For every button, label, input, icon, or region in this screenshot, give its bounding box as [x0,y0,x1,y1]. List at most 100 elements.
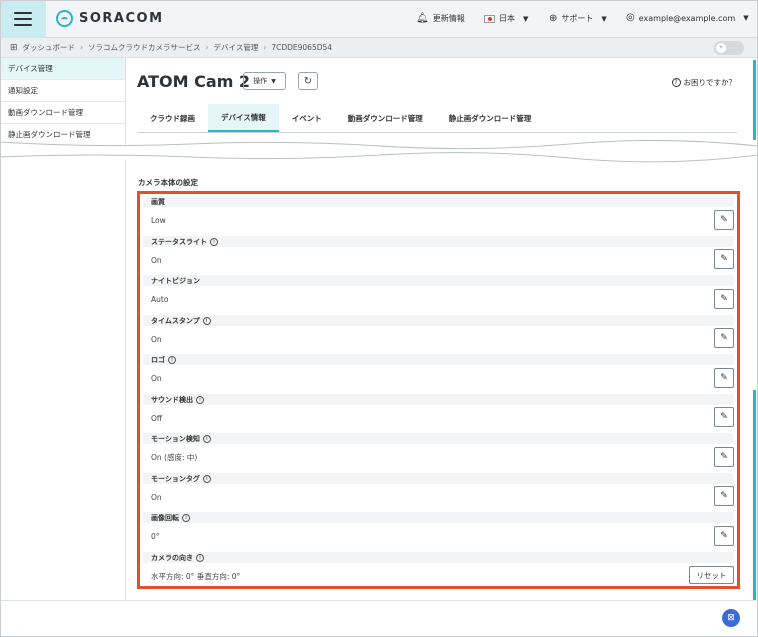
sidebar-item-label: 動画ダウンロード管理 [8,108,83,117]
refresh-icon: ↻ [303,75,313,87]
operations-label: 操作 [253,77,268,85]
setting-value-text: 0° [151,531,160,541]
pencil-icon: ✎ [720,373,728,383]
support-menu[interactable]: ⊕ サポート ▼ [549,13,607,24]
setting-label: 画質 [143,196,734,207]
user-email: example@example.com [638,13,736,23]
pencil-icon: ✎ [720,333,728,343]
help-link[interactable]: ? お困りですか？ [671,77,737,88]
chat-icon: ⊠ [727,613,735,623]
sidebar-item-notification-settings[interactable]: 通知設定 [0,80,125,102]
setting-value-text: 水平方向: 0° 垂直方向: 0° [151,571,241,581]
info-icon[interactable]: i [202,316,211,325]
edit-button[interactable]: ✎ [714,526,734,546]
reset-button[interactable]: リセット [689,566,734,584]
setting-value-text: Off [151,413,163,423]
bell-icon: 🔔︎ [416,12,429,24]
info-icon[interactable]: i [196,553,204,562]
info-icon[interactable]: i [168,355,176,364]
updates-link[interactable]: 🔔︎ 更新情報 [416,13,465,24]
edit-button[interactable]: ✎ [714,447,734,467]
tab-cloud-recording[interactable]: クラウド録画 [137,104,208,132]
dashboard-icon: ⊞ [10,42,18,53]
brand-logo[interactable]: SORACOM [56,10,164,27]
tab-events[interactable]: イベント [279,104,335,132]
scrollbar[interactable] [753,390,756,600]
soracom-logo-icon [56,10,73,27]
chevron-right-icon: › [80,43,84,52]
sidebar-item-label: デバイス管理 [8,64,53,73]
info-icon[interactable]: i [202,474,211,483]
setting-label: カメラの向き i [143,552,734,563]
page-title: ATOM Cam 2 [137,72,251,91]
edit-button[interactable]: ✎ [714,249,734,269]
chat-button[interactable]: ⊠ [722,609,740,627]
breadcrumb: ⊞ ダッシュボード › ソラコムクラウドカメラサービス › デバイス管理 › 7… [0,38,758,58]
info-icon[interactable]: i [210,237,218,246]
pencil-icon: ✎ [720,531,728,541]
setting-value: Off [143,410,734,426]
edit-button[interactable]: ✎ [714,407,734,427]
camera-settings-panel: 画質 Low ✎ ステータスライト i On ✎ ナイトビジョン Auto ✎ タ… [137,191,740,589]
theme-toggle[interactable]: ☀ [714,41,744,55]
caret-down-icon: ▼ [271,77,276,85]
setting-label-text: 画像回転 [151,513,179,522]
operations-button[interactable]: 操作 ▼ [243,72,286,90]
setting-value-text: Auto [151,294,169,304]
info-icon[interactable]: i [182,513,190,522]
tabs-divider [137,132,737,133]
refresh-button[interactable]: ↻ [298,72,318,90]
setting-value-text: On [151,492,162,502]
breadcrumb-device-management[interactable]: デバイス管理 [214,42,259,53]
sun-icon: ☀ [716,43,726,53]
menu-icon[interactable] [0,0,46,38]
setting-value: 0° [143,528,734,544]
setting-label-text: ナイトビジョン [151,276,200,285]
user-menu[interactable]: ◎ example@example.com ▼ [626,13,749,23]
setting-value-text: On [151,334,162,344]
setting-label-text: モーションタグ [151,474,200,483]
pencil-icon: ✎ [720,254,728,264]
breadcrumb-dashboard[interactable]: ダッシュボード [23,42,76,53]
setting-value: On (感度: 中) [143,449,734,465]
setting-value-text: On [151,373,162,383]
tab-label: クラウド録画 [150,113,195,123]
scrollbar[interactable] [753,60,756,140]
help-label: お困りですか？ [683,78,737,87]
sidebar-item-label: 通知設定 [8,86,38,95]
sidebar-item-device-management[interactable]: デバイス管理 [0,58,125,80]
caret-down-icon: ▼ [601,14,607,23]
setting-label-text: ロゴ [151,355,165,364]
setting-label-text: サウンド検出 [151,395,193,404]
pencil-icon: ✎ [720,412,728,422]
tab-image-download[interactable]: 静止画ダウンロード管理 [436,104,545,132]
edit-button[interactable]: ✎ [714,210,734,230]
language-label: 日本 [499,14,515,23]
setting-label: ナイトビジョン [143,275,734,286]
tab-label: 動画ダウンロード管理 [347,113,423,123]
edit-button[interactable]: ✎ [714,368,734,388]
language-select[interactable]: 日本 ▼ [484,13,528,24]
setting-value-text: On (感度: 中) [151,452,198,462]
edit-button[interactable]: ✎ [714,289,734,309]
device-tabs: クラウド録画 デバイス情報 イベント 動画ダウンロード管理 静止画ダウンロード管… [137,104,544,132]
info-icon[interactable]: i [196,395,204,404]
sidebar-divider [125,58,126,148]
edit-button[interactable]: ✎ [714,328,734,348]
footer-divider [0,600,758,601]
sidebar: デバイス管理 通知設定 動画ダウンロード管理 静止画ダウンロード管理 [0,58,125,146]
sidebar-item-video-download[interactable]: 動画ダウンロード管理 [0,102,125,124]
tab-label: 静止画ダウンロード管理 [448,113,532,123]
tab-device-info[interactable]: デバイス情報 [208,104,279,132]
breadcrumb-camera-service[interactable]: ソラコムクラウドカメラサービス [88,42,201,53]
setting-label: モーション検知 i [143,433,734,444]
edit-button[interactable]: ✎ [714,486,734,506]
setting-label: ロゴ i [143,354,734,365]
info-icon[interactable]: i [202,434,211,443]
setting-value-text: On [151,255,162,265]
setting-label: 画像回転 i [143,512,734,523]
tab-video-download[interactable]: 動画ダウンロード管理 [335,104,436,132]
setting-value: Auto [143,291,734,307]
setting-label-text: タイムスタンプ [151,316,200,325]
setting-value: 水平方向: 0° 垂直方向: 0° [143,568,734,584]
